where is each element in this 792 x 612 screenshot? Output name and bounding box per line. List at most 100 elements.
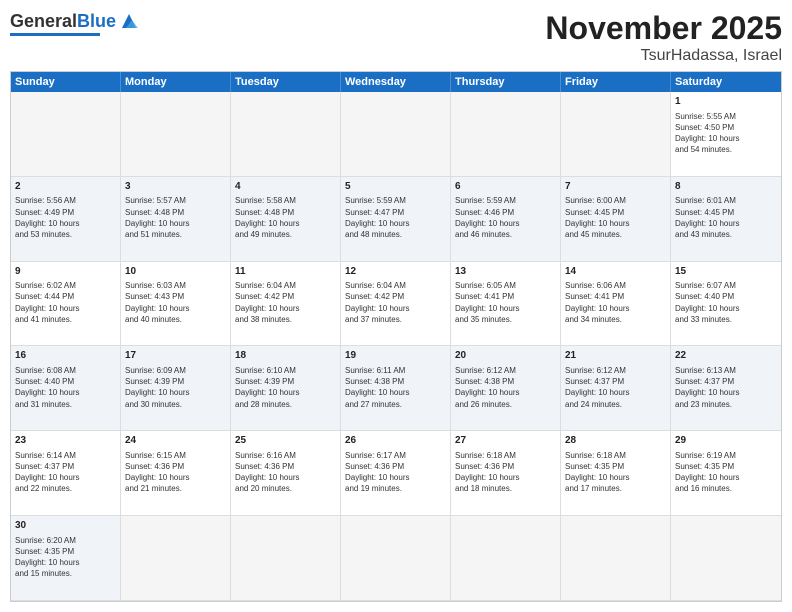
calendar-cell: 2Sunrise: 5:56 AM Sunset: 4:49 PM Daylig… (11, 177, 121, 262)
cell-date-number: 15 (675, 265, 777, 279)
cell-info: Sunrise: 6:13 AM Sunset: 4:37 PM Dayligh… (675, 365, 777, 410)
cell-date-number: 28 (565, 434, 666, 448)
cell-date-number: 13 (455, 265, 556, 279)
cell-info: Sunrise: 6:14 AM Sunset: 4:37 PM Dayligh… (15, 450, 116, 495)
cell-info: Sunrise: 6:19 AM Sunset: 4:35 PM Dayligh… (675, 450, 777, 495)
calendar-grid: 1 Sunrise: 5:55 AM Sunset: 4:50 PM Daylig… (11, 92, 781, 601)
cell-info: Sunrise: 6:12 AM Sunset: 4:37 PM Dayligh… (565, 365, 666, 410)
cell-info: Sunrise: 5:57 AM Sunset: 4:48 PM Dayligh… (125, 195, 226, 240)
day-header-tuesday: Tuesday (231, 72, 341, 92)
calendar-cell (121, 92, 231, 177)
cell-info: Sunrise: 5:55 AM Sunset: 4:50 PM Dayligh… (675, 111, 777, 156)
calendar-cell (671, 516, 781, 601)
day-header-friday: Friday (561, 72, 671, 92)
cell-date-number: 1 (675, 95, 777, 109)
calendar-cell (561, 92, 671, 177)
header: GeneralBlue November 2025 TsurHadassa, I… (10, 10, 782, 65)
calendar-cell: 7Sunrise: 6:00 AM Sunset: 4:45 PM Daylig… (561, 177, 671, 262)
cell-info: Sunrise: 6:20 AM Sunset: 4:35 PM Dayligh… (15, 535, 116, 580)
calendar-cell: 3Sunrise: 5:57 AM Sunset: 4:48 PM Daylig… (121, 177, 231, 262)
cell-date-number: 14 (565, 265, 666, 279)
calendar-cell: 11Sunrise: 6:04 AM Sunset: 4:42 PM Dayli… (231, 262, 341, 347)
cell-info: Sunrise: 6:00 AM Sunset: 4:45 PM Dayligh… (565, 195, 666, 240)
cell-date-number: 21 (565, 349, 666, 363)
calendar-cell: 12Sunrise: 6:04 AM Sunset: 4:42 PM Dayli… (341, 262, 451, 347)
calendar-cell: 9Sunrise: 6:02 AM Sunset: 4:44 PM Daylig… (11, 262, 121, 347)
day-headers: SundayMondayTuesdayWednesdayThursdayFrid… (11, 72, 781, 92)
cell-date-number: 8 (675, 180, 777, 194)
month-title: November 2025 (545, 10, 782, 47)
cell-info: Sunrise: 6:08 AM Sunset: 4:40 PM Dayligh… (15, 365, 116, 410)
cell-info: Sunrise: 6:12 AM Sunset: 4:38 PM Dayligh… (455, 365, 556, 410)
cell-info: Sunrise: 6:01 AM Sunset: 4:45 PM Dayligh… (675, 195, 777, 240)
cell-date-number: 9 (15, 265, 116, 279)
cell-date-number: 24 (125, 434, 226, 448)
calendar-cell (121, 516, 231, 601)
page: GeneralBlue November 2025 TsurHadassa, I… (0, 0, 792, 612)
cell-info: Sunrise: 6:17 AM Sunset: 4:36 PM Dayligh… (345, 450, 446, 495)
cell-info: Sunrise: 6:07 AM Sunset: 4:40 PM Dayligh… (675, 280, 777, 325)
cell-info: Sunrise: 5:58 AM Sunset: 4:48 PM Dayligh… (235, 195, 336, 240)
calendar-cell: 25 Sunrise: 6:16 AM Sunset: 4:36 PM Dayli… (231, 431, 341, 516)
cell-date-number: 12 (345, 265, 446, 279)
day-header-thursday: Thursday (451, 72, 561, 92)
calendar-cell: 23 Sunrise: 6:14 AM Sunset: 4:37 PM Dayli… (11, 431, 121, 516)
day-header-saturday: Saturday (671, 72, 781, 92)
calendar-cell: 13Sunrise: 6:05 AM Sunset: 4:41 PM Dayli… (451, 262, 561, 347)
cell-info: Sunrise: 6:03 AM Sunset: 4:43 PM Dayligh… (125, 280, 226, 325)
cell-date-number: 20 (455, 349, 556, 363)
calendar-cell: 8Sunrise: 6:01 AM Sunset: 4:45 PM Daylig… (671, 177, 781, 262)
cell-info: Sunrise: 6:18 AM Sunset: 4:36 PM Dayligh… (455, 450, 556, 495)
cell-info: Sunrise: 6:09 AM Sunset: 4:39 PM Dayligh… (125, 365, 226, 410)
cell-info: Sunrise: 6:10 AM Sunset: 4:39 PM Dayligh… (235, 365, 336, 410)
calendar-cell: 17Sunrise: 6:09 AM Sunset: 4:39 PM Dayli… (121, 346, 231, 431)
calendar-cell (11, 92, 121, 177)
calendar-cell (231, 92, 341, 177)
logo: GeneralBlue (10, 10, 140, 36)
cell-date-number: 11 (235, 265, 336, 279)
cell-date-number: 25 (235, 434, 336, 448)
calendar-cell: 4Sunrise: 5:58 AM Sunset: 4:48 PM Daylig… (231, 177, 341, 262)
calendar-cell: 20 Sunrise: 6:12 AM Sunset: 4:38 PM Dayli… (451, 346, 561, 431)
day-header-sunday: Sunday (11, 72, 121, 92)
cell-info: Sunrise: 5:59 AM Sunset: 4:47 PM Dayligh… (345, 195, 446, 240)
cell-date-number: 6 (455, 180, 556, 194)
cell-date-number: 10 (125, 265, 226, 279)
calendar-cell (341, 92, 451, 177)
cell-date-number: 3 (125, 180, 226, 194)
calendar-cell: 26 Sunrise: 6:17 AM Sunset: 4:36 PM Dayli… (341, 431, 451, 516)
calendar-cell: 30 Sunrise: 6:20 AM Sunset: 4:35 PM Dayli… (11, 516, 121, 601)
calendar-cell: 6Sunrise: 5:59 AM Sunset: 4:46 PM Daylig… (451, 177, 561, 262)
logo-general: General (10, 11, 77, 31)
cell-info: Sunrise: 6:16 AM Sunset: 4:36 PM Dayligh… (235, 450, 336, 495)
logo-underline (10, 33, 100, 36)
cell-info: Sunrise: 6:04 AM Sunset: 4:42 PM Dayligh… (345, 280, 446, 325)
calendar-cell: 21 Sunrise: 6:12 AM Sunset: 4:37 PM Dayli… (561, 346, 671, 431)
calendar-cell: 15Sunrise: 6:07 AM Sunset: 4:40 PM Dayli… (671, 262, 781, 347)
day-header-wednesday: Wednesday (341, 72, 451, 92)
cell-date-number: 16 (15, 349, 116, 363)
cell-info: Sunrise: 6:06 AM Sunset: 4:41 PM Dayligh… (565, 280, 666, 325)
calendar-cell (561, 516, 671, 601)
cell-date-number: 27 (455, 434, 556, 448)
cell-date-number: 19 (345, 349, 446, 363)
cell-date-number: 2 (15, 180, 116, 194)
calendar-cell (341, 516, 451, 601)
cell-info: Sunrise: 6:02 AM Sunset: 4:44 PM Dayligh… (15, 280, 116, 325)
calendar-cell (231, 516, 341, 601)
cell-date-number: 18 (235, 349, 336, 363)
cell-info: Sunrise: 5:59 AM Sunset: 4:46 PM Dayligh… (455, 195, 556, 240)
calendar-cell: 29Sunrise: 6:19 AM Sunset: 4:35 PM Dayli… (671, 431, 781, 516)
cell-date-number: 30 (15, 519, 116, 533)
calendar-cell: 18 Sunrise: 6:10 AM Sunset: 4:39 PM Dayli… (231, 346, 341, 431)
calendar-cell: 19 Sunrise: 6:11 AM Sunset: 4:38 PM Dayli… (341, 346, 451, 431)
cell-date-number: 26 (345, 434, 446, 448)
cell-date-number: 23 (15, 434, 116, 448)
cell-date-number: 7 (565, 180, 666, 194)
cell-info: Sunrise: 5:56 AM Sunset: 4:49 PM Dayligh… (15, 195, 116, 240)
calendar: SundayMondayTuesdayWednesdayThursdayFrid… (10, 71, 782, 602)
calendar-cell: 5Sunrise: 5:59 AM Sunset: 4:47 PM Daylig… (341, 177, 451, 262)
day-header-monday: Monday (121, 72, 231, 92)
cell-info: Sunrise: 6:11 AM Sunset: 4:38 PM Dayligh… (345, 365, 446, 410)
cell-date-number: 22 (675, 349, 777, 363)
